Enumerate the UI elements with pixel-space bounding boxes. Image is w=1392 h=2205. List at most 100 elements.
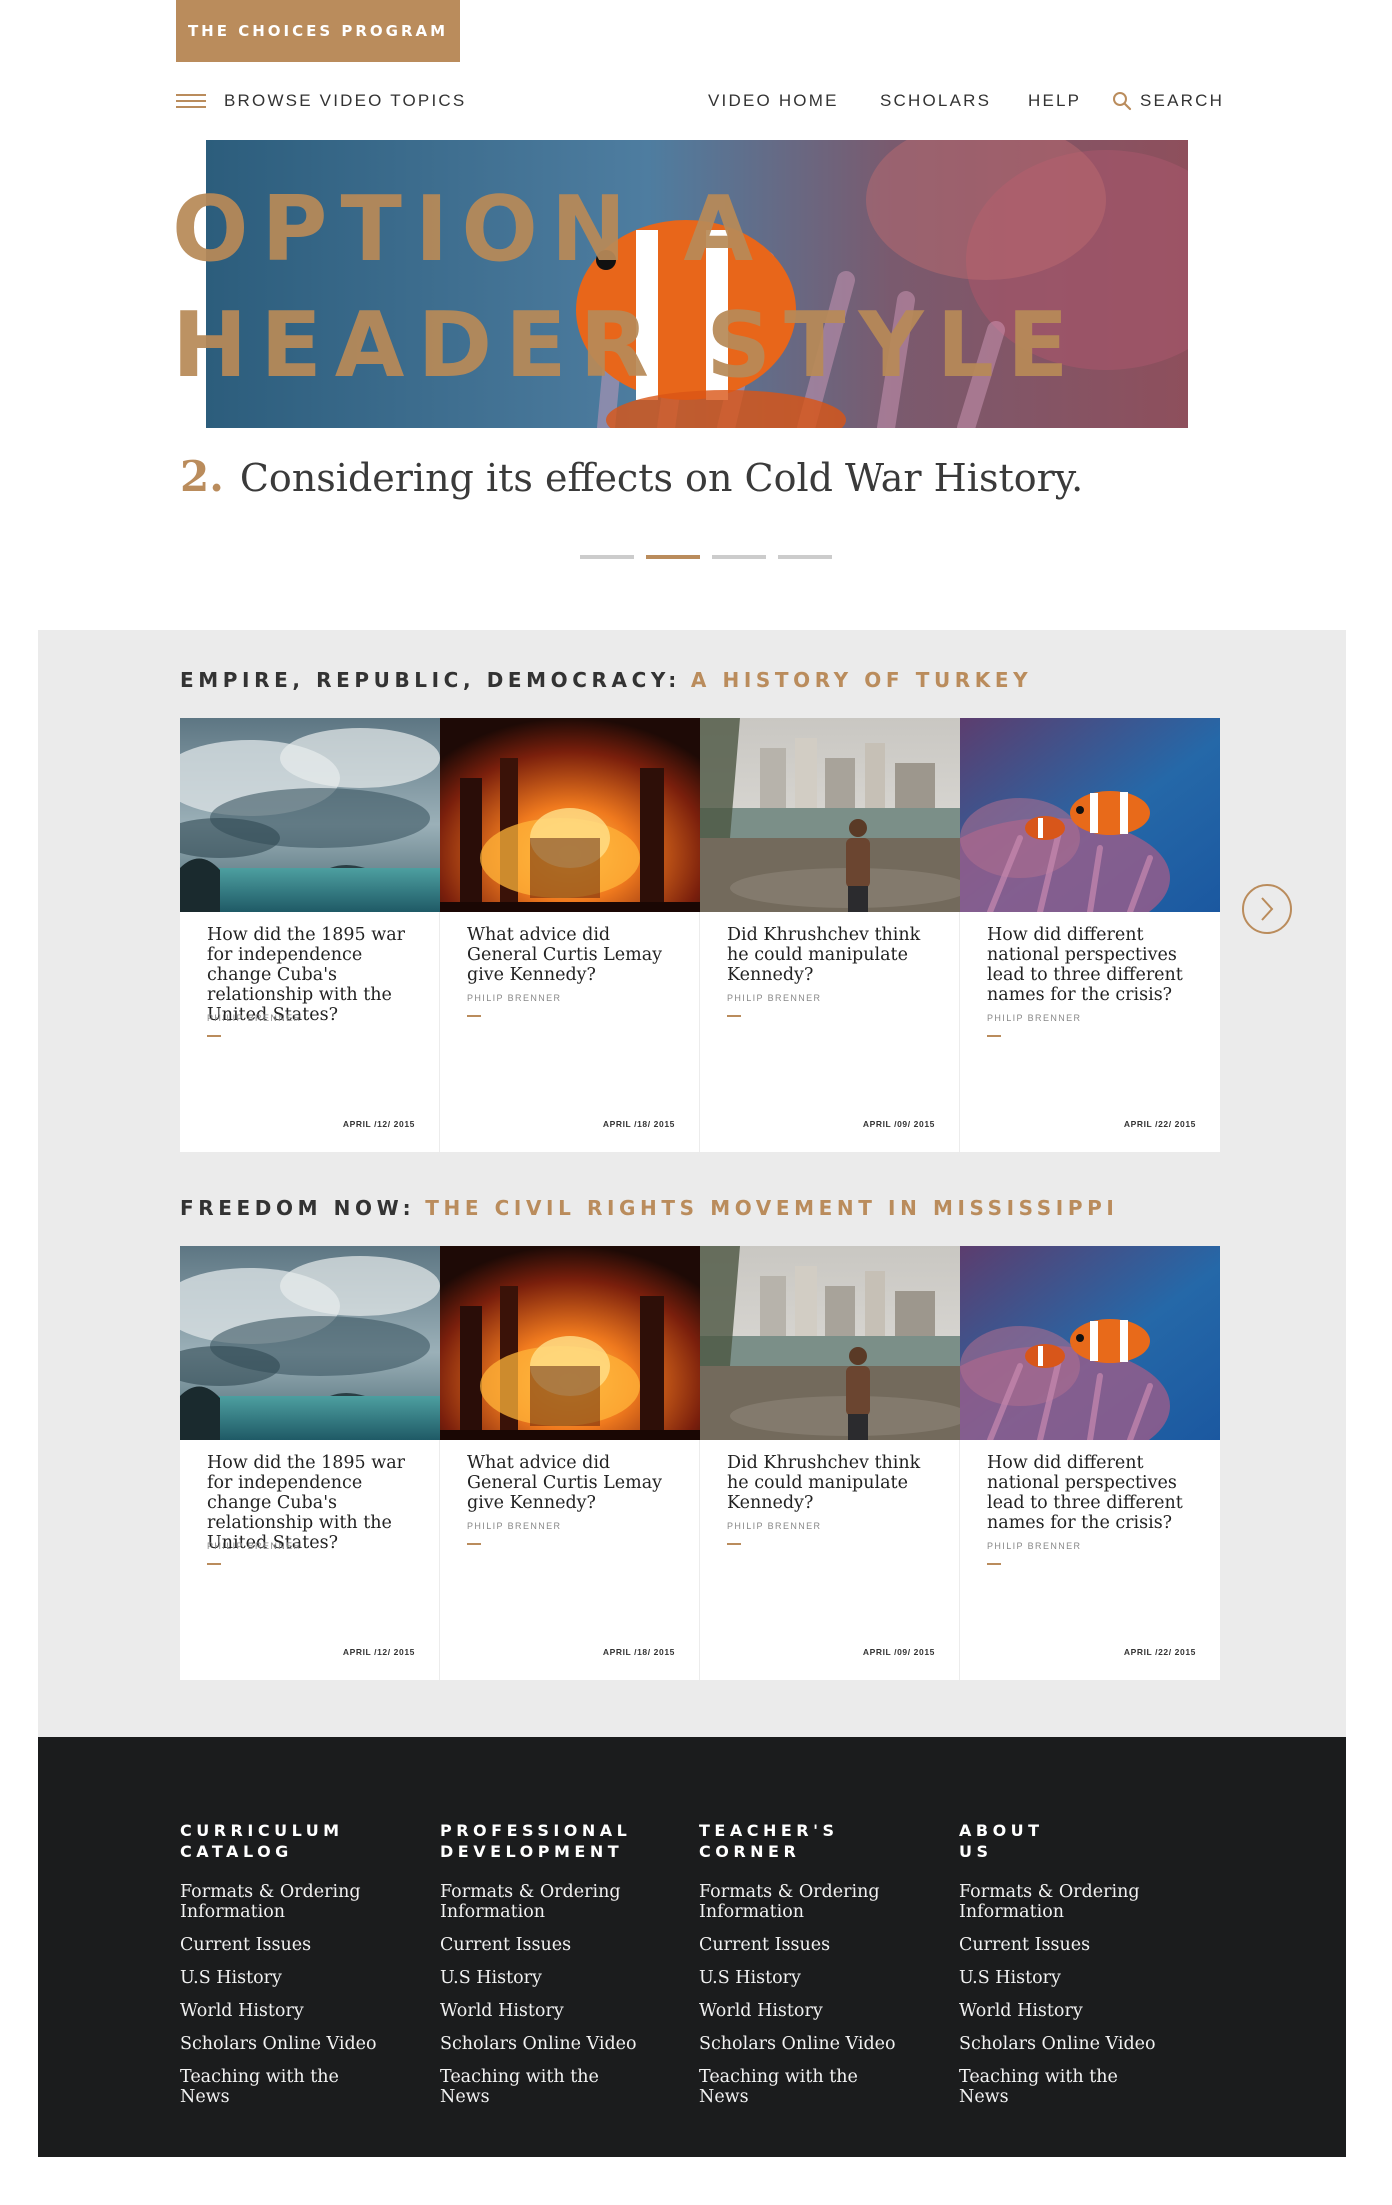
- card-divider: [727, 1015, 741, 1017]
- footer-link[interactable]: Current Issues: [699, 1935, 909, 1955]
- footer-link[interactable]: Formats & Ordering Information: [180, 1882, 390, 1922]
- carousel-dot-4[interactable]: [778, 555, 832, 559]
- card-question[interactable]: Did Khrushchev think he could manipulate…: [727, 1453, 927, 1513]
- card-author: PHILIP BRENNER: [207, 1541, 302, 1551]
- footer-link[interactable]: U.S History: [959, 1968, 1169, 1988]
- search-icon: [1113, 92, 1132, 111]
- footer-heading-line-2: CATALOG: [180, 1842, 293, 1861]
- video-card[interactable]: How did the 1895 war for independence ch…: [180, 718, 440, 1152]
- footer-link[interactable]: Teaching with the News: [440, 2067, 650, 2107]
- brand-logo[interactable]: THE CHOICES PROGRAM: [176, 0, 460, 62]
- video-card[interactable]: Did Khrushchev think he could manipulate…: [700, 718, 960, 1152]
- footer-heading: TEACHER'S CORNER: [699, 1820, 939, 1862]
- card-thumbnail[interactable]: [440, 1246, 700, 1440]
- footer-heading: CURRICULUM CATALOG: [180, 1820, 420, 1862]
- card-question[interactable]: What advice did General Curtis Lemay giv…: [467, 925, 667, 985]
- card-divider: [207, 1035, 221, 1037]
- card-thumbnail[interactable]: [960, 718, 1220, 912]
- section-title-accent[interactable]: A HISTORY OF TURKEY: [691, 668, 1032, 692]
- card-question[interactable]: How did the 1895 war for independence ch…: [207, 1453, 407, 1553]
- footer-column: TEACHER'S CORNER Formats & Ordering Inform…: [699, 1820, 939, 2120]
- hero-subtitle-text: Considering its effects on Cold War Hist…: [239, 456, 1084, 500]
- card-divider: [467, 1543, 481, 1545]
- hero-subtitle-number: 2.: [180, 452, 224, 501]
- hamburger-icon: [176, 93, 206, 109]
- section-title-accent[interactable]: THE CIVIL RIGHTS MOVEMENT IN MISSISSIPPI: [425, 1196, 1118, 1220]
- footer-link[interactable]: Scholars Online Video: [440, 2034, 650, 2054]
- footer-link[interactable]: Current Issues: [440, 1935, 650, 1955]
- video-card[interactable]: What advice did General Curtis Lemay giv…: [440, 1246, 700, 1680]
- footer-link[interactable]: U.S History: [440, 1968, 650, 1988]
- browse-topics-label: BROWSE VIDEO TOPICS: [224, 91, 467, 110]
- card-date: APRIL /09/ 2015: [862, 1647, 935, 1657]
- footer-link[interactable]: U.S History: [180, 1968, 390, 1988]
- footer-link[interactable]: World History: [959, 2001, 1169, 2021]
- footer-heading: ABOUT US: [959, 1820, 1199, 1862]
- card-thumbnail[interactable]: [180, 718, 440, 912]
- footer-link[interactable]: Formats & Ordering Information: [959, 1882, 1169, 1922]
- footer-link[interactable]: Current Issues: [959, 1935, 1169, 1955]
- search-label: SEARCH: [1140, 91, 1225, 110]
- video-card[interactable]: How did different national perspectives …: [960, 1246, 1220, 1680]
- footer-link[interactable]: Formats & Ordering Information: [440, 1882, 650, 1922]
- carousel-indicators: [580, 555, 832, 559]
- video-card[interactable]: How did different national perspectives …: [960, 718, 1220, 1152]
- browse-topics-button[interactable]: BROWSE VIDEO TOPICS: [176, 89, 466, 113]
- card-thumbnail[interactable]: [700, 718, 960, 912]
- card-question[interactable]: How did different national perspectives …: [987, 925, 1187, 1005]
- footer-heading-line-1: PROFESSIONAL: [440, 1821, 632, 1840]
- card-thumbnail[interactable]: [440, 718, 700, 912]
- nav-video-home[interactable]: VIDEO HOME: [708, 89, 839, 113]
- section-title-main: FREEDOM NOW:: [180, 1196, 416, 1220]
- section-title-2: FREEDOM NOW: THE CIVIL RIGHTS MOVEMENT IN…: [180, 1196, 1118, 1220]
- footer-heading-line-1: CURRICULUM: [180, 1821, 344, 1840]
- card-question[interactable]: How did different national perspectives …: [987, 1453, 1187, 1533]
- carousel-dot-2[interactable]: [646, 555, 700, 559]
- nav-help[interactable]: HELP: [1028, 89, 1081, 113]
- footer-link[interactable]: Teaching with the News: [959, 2067, 1169, 2107]
- footer-link[interactable]: Teaching with the News: [699, 2067, 909, 2107]
- card-date: APRIL /22/ 2015: [1123, 1119, 1196, 1129]
- chevron-right-icon: [1261, 897, 1274, 921]
- section-title-main: EMPIRE, REPUBLIC, DEMOCRACY:: [180, 668, 681, 692]
- card-thumbnail[interactable]: [700, 1246, 960, 1440]
- card-date: APRIL /22/ 2015: [1123, 1647, 1196, 1657]
- footer-link[interactable]: U.S History: [699, 1968, 909, 1988]
- carousel-dot-3[interactable]: [712, 555, 766, 559]
- card-date: APRIL /12/ 2015: [342, 1119, 415, 1129]
- card-question[interactable]: Did Khrushchev think he could manipulate…: [727, 925, 927, 985]
- card-thumbnail[interactable]: [960, 1246, 1220, 1440]
- card-row-2: How did the 1895 war for independence ch…: [180, 1246, 1220, 1680]
- video-card[interactable]: Did Khrushchev think he could manipulate…: [700, 1246, 960, 1680]
- footer-link[interactable]: Scholars Online Video: [699, 2034, 909, 2054]
- card-thumbnail[interactable]: [180, 1246, 440, 1440]
- card-question[interactable]: What advice did General Curtis Lemay giv…: [467, 1453, 667, 1513]
- hero-subtitle: 2. Considering its effects on Cold War H…: [180, 452, 1083, 508]
- search-button[interactable]: SEARCH: [1112, 89, 1224, 113]
- footer-heading-line-1: ABOUT: [959, 1821, 1044, 1840]
- footer-heading: PROFESSIONAL DEVELOPMENT: [440, 1820, 680, 1862]
- footer-link[interactable]: World History: [699, 2001, 909, 2021]
- video-card[interactable]: How did the 1895 war for independence ch…: [180, 1246, 440, 1680]
- card-row-1: How did the 1895 war for independence ch…: [180, 718, 1220, 1152]
- footer-link[interactable]: World History: [180, 2001, 390, 2021]
- card-question[interactable]: How did the 1895 war for independence ch…: [207, 925, 407, 1025]
- video-card[interactable]: What advice did General Curtis Lemay giv…: [440, 718, 700, 1152]
- footer-column: PROFESSIONAL DEVELOPMENT Formats & Orderin…: [440, 1820, 680, 2120]
- footer-heading-line-1: TEACHER'S: [699, 1821, 839, 1840]
- footer-link[interactable]: Scholars Online Video: [959, 2034, 1169, 2054]
- hero-title-line-2: HEADER STYLE: [172, 293, 1082, 398]
- footer-heading-line-2: CORNER: [699, 1842, 801, 1861]
- footer-link[interactable]: Teaching with the News: [180, 2067, 390, 2107]
- footer-link[interactable]: World History: [440, 2001, 650, 2021]
- footer-link[interactable]: Formats & Ordering Information: [699, 1882, 909, 1922]
- card-author: PHILIP BRENNER: [727, 1521, 822, 1531]
- footer-link[interactable]: Scholars Online Video: [180, 2034, 390, 2054]
- section-title-1: EMPIRE, REPUBLIC, DEMOCRACY: A HISTORY OF…: [180, 668, 1032, 692]
- card-divider: [987, 1035, 1001, 1037]
- nav-scholars[interactable]: SCHOLARS: [880, 89, 991, 113]
- footer-link[interactable]: Current Issues: [180, 1935, 390, 1955]
- card-author: PHILIP BRENNER: [727, 993, 822, 1003]
- carousel-dot-1[interactable]: [580, 555, 634, 559]
- carousel-next-button[interactable]: [1242, 884, 1292, 934]
